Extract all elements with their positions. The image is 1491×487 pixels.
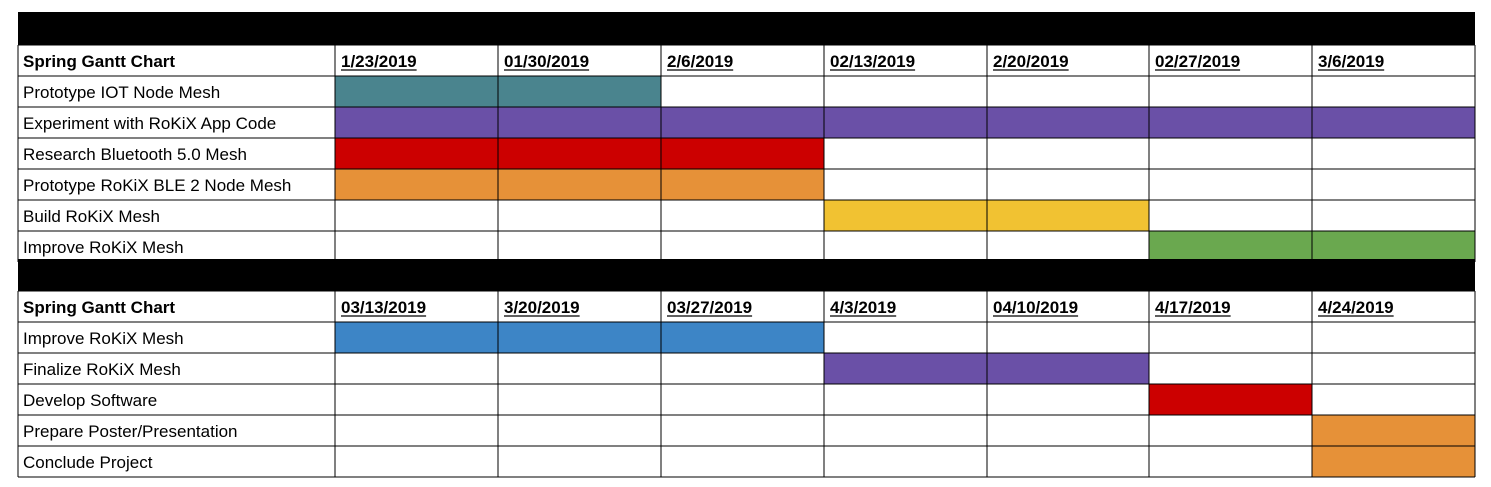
task-label: Finalize RoKiX Mesh — [23, 360, 181, 379]
date-header: 1/23/2019 — [341, 52, 417, 71]
gantt-bar-cell — [824, 353, 987, 384]
date-header: 3/20/2019 — [504, 298, 580, 317]
date-header: 4/17/2019 — [1155, 298, 1231, 317]
gantt-bar-cell — [1149, 384, 1312, 415]
date-header: 4/3/2019 — [830, 298, 896, 317]
task-label: Improve RoKiX Mesh — [23, 329, 184, 348]
gantt-bar-cell — [1312, 107, 1475, 138]
gantt-bar-cell — [824, 200, 987, 231]
table-title: Spring Gantt Chart — [23, 52, 175, 71]
date-header: 4/24/2019 — [1318, 298, 1394, 317]
task-label: Prepare Poster/Presentation — [23, 422, 238, 441]
date-header: 03/27/2019 — [667, 298, 752, 317]
section-band — [18, 12, 1475, 45]
gantt-bar-cell — [498, 322, 661, 353]
gantt-bar-cell — [987, 353, 1149, 384]
gantt-bar-cell — [661, 107, 824, 138]
task-label: Experiment with RoKiX App Code — [23, 114, 276, 133]
gantt-bar-cell — [335, 76, 498, 107]
task-label: Build RoKiX Mesh — [23, 207, 160, 226]
date-header: 2/6/2019 — [667, 52, 733, 71]
gantt-bar-cell — [987, 107, 1149, 138]
gantt-bar-cell — [498, 107, 661, 138]
gantt-bar-cell — [335, 169, 498, 200]
gantt-bar-cell — [498, 169, 661, 200]
gantt-bar-cell — [661, 138, 824, 169]
gantt-bar-cell — [1149, 107, 1312, 138]
gantt-bar-cell — [661, 169, 824, 200]
gantt-bar-cell — [335, 138, 498, 169]
gantt-bar-cell — [1312, 415, 1475, 446]
gantt-bar-cell — [335, 322, 498, 353]
date-header: 2/20/2019 — [993, 52, 1069, 71]
date-header: 02/27/2019 — [1155, 52, 1240, 71]
table-title: Spring Gantt Chart — [23, 298, 175, 317]
date-header: 02/13/2019 — [830, 52, 915, 71]
gantt-bar-cell — [1149, 231, 1312, 262]
section-band — [18, 259, 1475, 291]
gantt-bar-cell — [987, 200, 1149, 231]
gantt-bar-cell — [661, 322, 824, 353]
gantt-bar-cell — [498, 76, 661, 107]
date-header: 3/6/2019 — [1318, 52, 1384, 71]
task-label: Conclude Project — [23, 453, 153, 472]
gantt-chart: Spring Gantt Chart 1/23/2019 01/30/2019 2/6… — [17, 12, 1476, 478]
gantt-bar-cell — [335, 107, 498, 138]
date-header: 01/30/2019 — [504, 52, 589, 71]
date-header: 04/10/2019 — [993, 298, 1078, 317]
task-label: Prototype RoKiX BLE 2 Node Mesh — [23, 176, 291, 195]
gantt-bar-cell — [1312, 446, 1475, 477]
task-label: Research Bluetooth 5.0 Mesh — [23, 145, 247, 164]
gantt-bar-cell — [1312, 231, 1475, 262]
gantt-bar-cell — [498, 138, 661, 169]
date-header: 03/13/2019 — [341, 298, 426, 317]
task-label: Improve RoKiX Mesh — [23, 238, 184, 257]
task-label: Develop Software — [23, 391, 157, 410]
gantt-bar-cell — [824, 107, 987, 138]
task-label: Prototype IOT Node Mesh — [23, 83, 220, 102]
